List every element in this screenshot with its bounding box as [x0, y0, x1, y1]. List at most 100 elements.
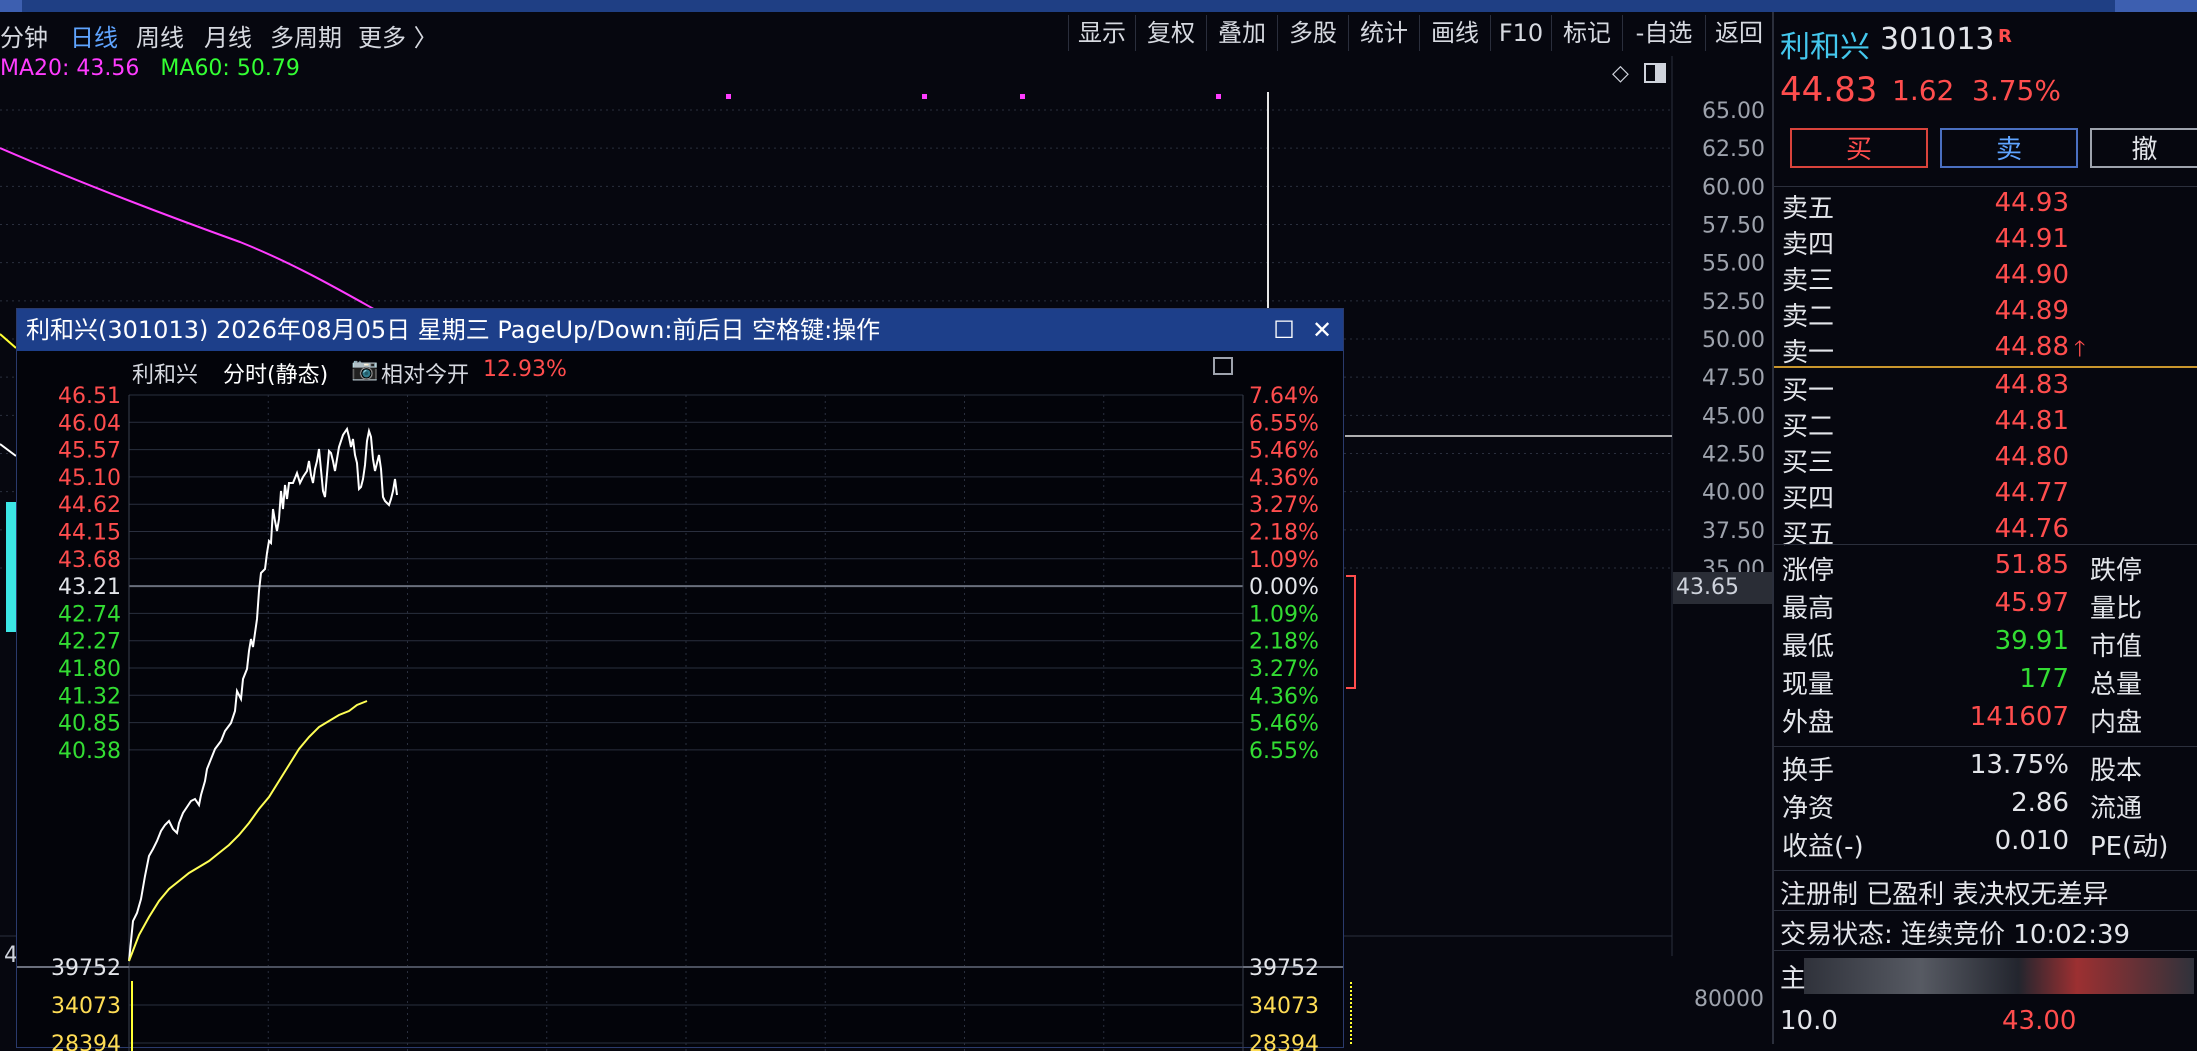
intraday-pct-tick: 6.55%: [1249, 739, 1319, 764]
tab-daily[interactable]: 日线: [70, 18, 118, 53]
stat-value: 39.91: [1994, 626, 2069, 656]
kline-axis-tick: 45.00: [1702, 404, 1765, 429]
bid-level-price[interactable]: 44.81: [1959, 406, 2069, 436]
ma-indicator-line: MA20: 43.56 MA60: 50.79: [0, 56, 300, 81]
intraday-price-tick: 41.80: [58, 657, 121, 682]
ask-level-price[interactable]: 44.90: [1959, 260, 2069, 290]
intraday-price-tick: 45.10: [58, 466, 121, 491]
intraday-price-tick: 43.68: [58, 548, 121, 573]
intraday-pct-tick: 0.00%: [1249, 575, 1319, 600]
statistics-button[interactable]: 统计: [1348, 15, 1419, 51]
draw-line-button[interactable]: 画线: [1419, 15, 1490, 51]
stat-label: 净资: [1782, 794, 1835, 824]
intraday-pct-tick: 5.46%: [1249, 712, 1319, 737]
tab-multi-period[interactable]: 多周期: [270, 18, 342, 53]
strip-marker: [0, 0, 22, 12]
stat-value: 177: [2019, 664, 2069, 694]
ask-level-price[interactable]: 44.93: [1959, 188, 2069, 218]
f10-button[interactable]: F10: [1490, 15, 1551, 51]
kline-axis-tick: 55.00: [1702, 252, 1765, 277]
stat-label-secondary: 流通: [2090, 794, 2143, 824]
r-flag-badge: R: [1998, 26, 2012, 47]
overlay-button[interactable]: 叠加: [1206, 15, 1277, 51]
kline-axis-tick: 57.50: [1702, 214, 1765, 239]
stat-label-secondary: 股本: [2090, 756, 2143, 786]
display-button[interactable]: 显示: [1068, 15, 1135, 51]
ask-level-price[interactable]: 44.89: [1959, 296, 2069, 326]
intraday-pct-tick: 3.27%: [1249, 493, 1319, 518]
tab-weekly[interactable]: 周线: [136, 18, 184, 53]
stat-label-secondary: 量比: [2090, 594, 2143, 624]
up-arrow-icon: 🡑: [2074, 337, 2086, 362]
kline-candle: [1346, 575, 1356, 689]
divider: [1774, 870, 2197, 871]
intraday-pct-tick: 2.18%: [1249, 630, 1319, 655]
kline-axis-tick: 37.50: [1702, 519, 1765, 544]
stat-label: 现量: [1782, 670, 1835, 700]
intraday-popup-window[interactable]: 利和兴(301013) 2026年08月05日 星期三 PageUp/Down:…: [16, 308, 1344, 1051]
price-change-pct: 3.75%: [1972, 74, 2061, 107]
event-marker[interactable]: [1020, 94, 1025, 99]
bid-level-price[interactable]: 44.76: [1959, 514, 2069, 544]
bid-level-price[interactable]: 44.80: [1959, 442, 2069, 472]
stat-value: 13.75%: [1969, 750, 2069, 780]
event-marker[interactable]: [726, 94, 731, 99]
cancel-button[interactable]: 撤: [2090, 128, 2197, 168]
ask-level-label: 卖一: [1782, 338, 1835, 368]
bid-level-price[interactable]: 44.83: [1959, 370, 2069, 400]
intraday-pct-tick: 4.36%: [1249, 684, 1319, 709]
stat-value: 51.85: [1994, 550, 2069, 580]
stat-label: 最低: [1782, 632, 1835, 662]
kline-axis-tick: 52.50: [1702, 290, 1765, 315]
bid-level-label: 买五: [1782, 520, 1835, 550]
price-change: 1.62: [1892, 74, 1955, 107]
intraday-price-tick: 45.57: [58, 439, 121, 464]
ask-level-label: 卖五: [1782, 194, 1835, 224]
intraday-price-tick: 41.32: [58, 684, 121, 709]
bid-level-label: 买四: [1782, 484, 1835, 514]
watchlist-button[interactable]: -自选: [1622, 15, 1705, 51]
event-marker[interactable]: [922, 94, 927, 99]
bid-level-price[interactable]: 44.77: [1959, 478, 2069, 508]
strip-marker: [2115, 0, 2197, 12]
bid-level-label: 买三: [1782, 448, 1835, 478]
stat-value: 0.010: [1994, 826, 2069, 856]
divider: [1774, 746, 2197, 747]
maximize-icon[interactable]: ☐: [1269, 315, 1299, 345]
stock-code: 301013: [1880, 22, 1995, 57]
partial-right-value: 43.00: [2002, 1006, 2077, 1036]
sell-button[interactable]: 卖: [1940, 128, 2078, 168]
stat-label: 收益(-): [1782, 832, 1864, 862]
ask-level-label: 卖三: [1782, 266, 1835, 296]
volume-axis-tick: 39752: [51, 956, 121, 981]
intraday-pct-tick: 7.64%: [1249, 384, 1319, 409]
stock-name: 利和兴: [1780, 30, 1870, 65]
obscured-region: [1804, 958, 2194, 994]
intraday-price-tick: 44.62: [58, 493, 121, 518]
buy-button[interactable]: 买: [1790, 128, 1928, 168]
close-icon[interactable]: ✕: [1307, 315, 1337, 345]
popup-title-bar[interactable]: 利和兴(301013) 2026年08月05日 星期三 PageUp/Down:…: [17, 309, 1343, 351]
ask-level-price[interactable]: 44.88: [1959, 332, 2069, 362]
event-marker[interactable]: [1216, 94, 1221, 99]
intraday-pct-tick: 1.09%: [1249, 548, 1319, 573]
kline-candle: [6, 502, 16, 632]
bid-level-label: 买二: [1782, 412, 1835, 442]
intraday-pct-tick: 4.36%: [1249, 466, 1319, 491]
mark-button[interactable]: 标记: [1551, 15, 1622, 51]
diamond-icon[interactable]: ◇: [1612, 61, 1629, 86]
intraday-pct-tick: 5.46%: [1249, 439, 1319, 464]
back-button[interactable]: 返回: [1705, 15, 1772, 51]
tab-monthly[interactable]: 月线: [204, 18, 252, 53]
trade-status: 交易状态: 连续竞价 10:02:39: [1780, 920, 2131, 950]
tab-more[interactable]: 更多 〉: [358, 18, 438, 53]
tab-minute[interactable]: 分钟: [0, 18, 48, 53]
kline-axis-tick: 40.00: [1702, 481, 1765, 506]
stat-label: 换手: [1782, 756, 1835, 786]
intraday-chart[interactable]: 46.51 7.64% 46.04 6.55% 45.57 5.46% 45.10 4.36%…: [17, 351, 1343, 1051]
intraday-price-tick: 44.15: [58, 521, 121, 546]
partial-left-value: 10.0: [1780, 1006, 1838, 1036]
ask-level-price[interactable]: 44.91: [1959, 224, 2069, 254]
multi-stock-button[interactable]: 多股: [1277, 15, 1348, 51]
adjust-button[interactable]: 复权: [1135, 15, 1206, 51]
